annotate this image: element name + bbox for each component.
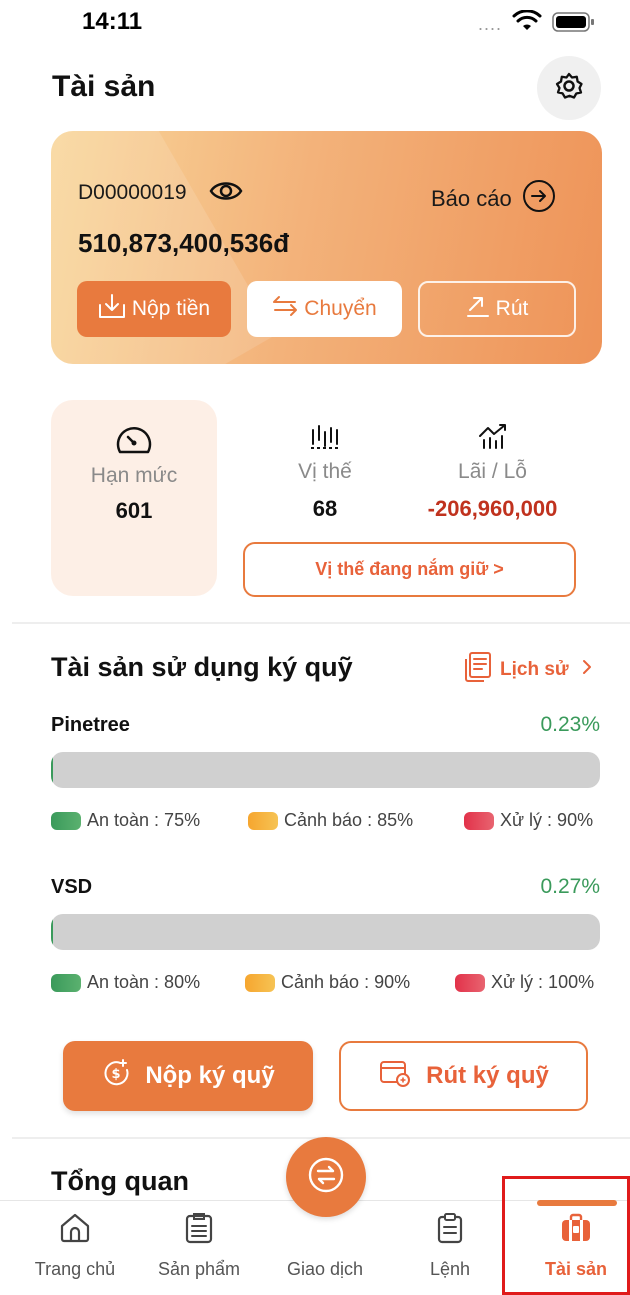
position-stat: Vị thế 68 [265,400,385,530]
risk-label: Xử lý : 90% [500,810,594,830]
arrow-right-circle-icon [522,179,556,219]
trend-chart-icon [405,422,580,450]
margin-deposit-button[interactable]: $ Nộp ký quỹ [63,1041,313,1111]
wifi-icon [512,9,542,37]
limit-label: Hạn mức [90,464,178,487]
warning-label: Cảnh báo : 90% [281,972,411,992]
tab-assets[interactable]: Tài sản [521,1201,630,1295]
safe-swatch [51,811,81,830]
safe-swatch [51,973,81,992]
legend-warning: Cảnh báo : 90% [245,972,410,993]
margin-account-percent: 0.23% [540,713,600,736]
eye-icon[interactable] [209,176,243,211]
deposit-label: Nộp tiền [131,297,211,320]
gear-icon [554,71,584,106]
briefcase-icon [521,1211,630,1245]
document-list-icon [462,651,494,689]
margin-section-title: Tài sản sử dụng ký quỹ [51,652,353,682]
warning-swatch [245,973,275,992]
overview-title: Tổng quan [51,1166,189,1196]
svg-text:$: $ [112,1067,121,1082]
risk-label: Xử lý : 100% [491,972,595,992]
transfer-label: Chuyển [304,297,377,320]
deposit-button[interactable]: Nộp tiền [77,281,231,337]
exchange-icon [306,1155,346,1200]
warning-swatch [248,811,278,830]
margin-deposit-label: Nộp ký quỹ [145,1062,275,1089]
chevron-right-icon [581,658,593,682]
swap-arrows-icon [272,295,298,323]
margin-account-name: Pinetree [51,714,130,736]
settings-button[interactable] [537,56,601,120]
tab-label: Lệnh [429,1259,471,1279]
tab-label: Tài sản [544,1259,608,1279]
history-label: Lịch sử [500,659,569,680]
margin-withdraw-button[interactable]: Rút ký quỹ [339,1041,588,1111]
position-label: Vị thế [298,460,352,483]
tab-home[interactable]: Trang chủ [20,1201,130,1295]
tab-products[interactable]: Sản phẩm [144,1201,254,1295]
download-tray-icon [98,293,126,325]
margin-progress-fill [51,914,53,950]
pnl-stat: Lãi / Lỗ -206,960,000 [405,400,580,530]
tab-orders[interactable]: Lệnh [395,1201,505,1295]
battery-icon [552,11,596,38]
home-icon [20,1211,130,1245]
legend-safe: An toàn : 75% [51,810,200,831]
margin-account-percent: 0.27% [540,875,600,898]
withdraw-label: Rút [495,297,529,320]
active-tab-indicator [537,1200,617,1206]
signal-icon: .... [478,14,503,34]
tab-label: Giao dịch [286,1259,364,1279]
page-title: Tài sản [52,70,156,103]
margin-progress-bar [51,914,600,950]
card-withdraw-icon [378,1058,412,1095]
limit-value: 601 [115,498,153,523]
margin-account-name: VSD [51,876,93,898]
tab-label: Sản phẩm [157,1259,241,1279]
legend-risk: Xử lý : 90% [464,810,593,831]
tab-label: Trang chủ [34,1259,116,1279]
section-divider [12,622,630,624]
risk-swatch [464,811,494,830]
legend-safe: An toàn : 80% [51,972,200,993]
speedometer-icon [51,424,217,458]
limit-card[interactable]: Hạn mức 601 [51,400,217,596]
legend-risk: Xử lý : 100% [455,972,594,993]
warning-label: Cảnh báo : 85% [284,810,414,830]
margin-progress-fill [51,752,53,788]
trade-fab-button[interactable] [286,1137,366,1217]
account-id: D00000019 [78,181,187,204]
pnl-value: -206,960,000 [427,496,558,521]
status-time: 14:11 [82,8,143,35]
status-bar: 14:11 .... [0,0,630,50]
account-balance: 510,873,400,536đ [78,228,290,258]
legend-warning: Cảnh báo : 85% [248,810,413,831]
transfer-button[interactable]: Chuyển [247,281,402,337]
pnl-label: Lãi / Lỗ [458,460,527,483]
report-label: Báo cáo [431,186,512,211]
withdraw-button[interactable]: Rút [418,281,576,337]
candlestick-icon [265,424,385,450]
order-icon [395,1211,505,1245]
account-card: D00000019 Báo cáo 510,873,400,536đ Nộp t… [51,131,602,364]
position-value: 68 [312,496,338,521]
holding-positions-button[interactable]: Vị thế đang nắm giữ > [243,542,576,597]
product-icon [144,1211,254,1245]
history-link[interactable]: Lịch sử [462,651,593,689]
margin-withdraw-label: Rút ký quỹ [426,1062,549,1089]
report-link[interactable]: Báo cáo [431,179,556,219]
dollar-coin-icon: $ [101,1058,131,1095]
safe-label: An toàn : 75% [87,810,201,830]
risk-swatch [455,973,485,992]
safe-label: An toàn : 80% [87,972,201,992]
arrow-up-right-icon [466,294,490,324]
margin-progress-bar [51,752,600,788]
